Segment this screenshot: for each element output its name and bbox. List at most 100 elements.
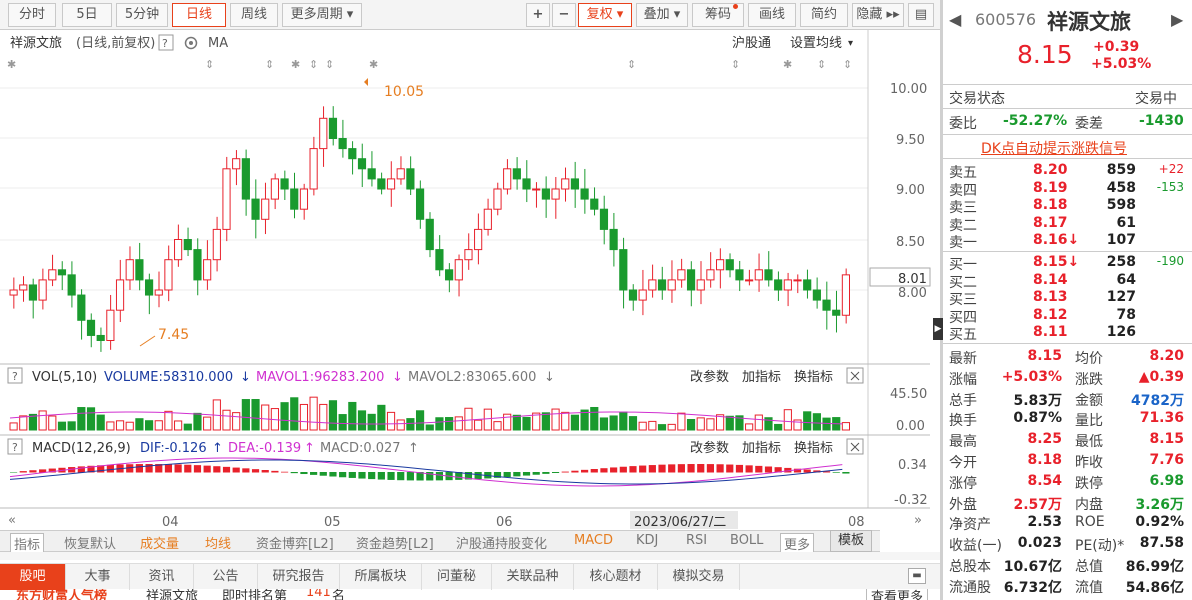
period-5min-button[interactable]: 5分钟 <box>116 3 168 27</box>
stat-value: 8.15 <box>1149 431 1184 448</box>
ask-level-1[interactable]: 卖五 8.20 859 +22 <box>943 162 1192 181</box>
tab-announcements[interactable]: 公告 <box>194 564 258 590</box>
tab-research[interactable]: 研究报告 <box>258 564 340 590</box>
tab-sim-trade[interactable]: 模拟交易 <box>658 564 740 590</box>
candle-body <box>541 188 550 200</box>
scroll-right-icon[interactable]: » <box>914 513 922 528</box>
chips-notification-dot <box>733 4 738 9</box>
indicator-fund-trend-tab[interactable]: 资金趋势[L2] <box>356 533 434 552</box>
next-stock-icon[interactable]: ▶ <box>1171 10 1183 29</box>
volume-bar <box>667 423 676 431</box>
macd-bar <box>522 472 531 476</box>
ask-level-5[interactable]: 卖一 8.16↓ 107 <box>943 232 1192 251</box>
stat-row: 流通股 6.732亿 流值 54.86亿 <box>943 577 1192 596</box>
indicator-more-button[interactable]: 更多 <box>780 533 815 554</box>
stat-value: 7.76 <box>1149 452 1184 468</box>
overlay-dropdown[interactable]: 叠加 ▾ <box>636 3 688 27</box>
expand-menu-button[interactable]: ▤ <box>908 3 934 27</box>
indicator-ma-tab[interactable]: 均线 <box>205 533 231 552</box>
macd-switch-indicator-button[interactable]: 换指标 <box>794 441 833 456</box>
ma-label: MA <box>208 36 228 51</box>
macd-edit-params-button[interactable]: 改参数 <box>690 440 729 456</box>
bid-level-2[interactable]: 买二 8.14 64 <box>943 272 1192 291</box>
zoom-in-button[interactable]: + <box>526 3 550 27</box>
indicator-volume-tab[interactable]: 成交量 <box>140 533 179 552</box>
prev-stock-icon[interactable]: ◀ <box>949 10 961 29</box>
zoom-out-button[interactable]: − <box>552 3 576 27</box>
macd-bar <box>745 465 753 473</box>
macd-bar <box>764 466 773 473</box>
panel-resize-handle[interactable] <box>0 552 940 560</box>
event-markers[interactable]: ✱ ⇕ ⇕ ✱ ⇕ ⇕ ✱ ⇕ ⇕ ✱ ⇕ ⇕ <box>7 58 852 71</box>
collapse-side-icon[interactable]: ▶ <box>933 318 943 340</box>
candle-body <box>144 279 154 296</box>
period-daily-button[interactable]: 日线 <box>172 3 226 27</box>
restore-default-button[interactable]: 恢复默认 <box>64 533 116 552</box>
period-5day-button[interactable]: 5日 <box>62 3 112 27</box>
hide-panel-button[interactable]: 隐藏 ▸▸ <box>852 3 904 27</box>
bid-level-1[interactable]: 买一 8.15↓ 258 -190 <box>943 254 1192 273</box>
price-tick-950: 9.50 <box>896 133 925 148</box>
divider <box>943 158 1192 159</box>
volume-bar <box>783 409 792 431</box>
tab-ask-secretary[interactable]: 问董秘 <box>422 564 492 590</box>
candle-body <box>677 269 686 281</box>
indicator-rsi-tab[interactable]: RSI <box>686 533 707 548</box>
volume-bar <box>657 424 667 431</box>
indicator-macd-tab[interactable]: MACD <box>574 533 613 548</box>
tabs-collapse-icon[interactable]: ▬ <box>908 568 926 584</box>
ask-level-3[interactable]: 卖三 8.18 598 <box>943 197 1192 216</box>
candle-body <box>183 239 192 251</box>
ask-price: 8.19 <box>1033 179 1068 196</box>
indicator-kdj-tab[interactable]: KDJ <box>636 533 658 548</box>
event-marker: ✱ <box>369 58 378 71</box>
vol-switch-indicator-button[interactable]: 换指标 <box>794 370 833 385</box>
scroll-left-icon[interactable]: « <box>8 513 16 528</box>
kline-chart-area[interactable]: 祥源文旅 (日线,前复权) ? MA 沪股通 设置均线 ▾ ✱ ⇕ ⇕ ✱ ⇕ ⇕ ✱ ⇕ ⇕ ✱… <box>0 30 940 550</box>
bid-level-4[interactable]: 买四 8.12 78 <box>943 307 1192 326</box>
popularity-more-link[interactable]: 查看更多 <box>866 589 929 600</box>
indicator-menu-button[interactable]: 指标 <box>10 533 45 554</box>
tab-events[interactable]: 大事 <box>66 564 130 590</box>
simple-mode-button[interactable]: 简约 <box>800 3 848 27</box>
dk-signal-link[interactable]: DK点自动提示涨跌信号 <box>981 138 1127 158</box>
vol-add-indicator-button[interactable]: 加指标 <box>742 370 781 385</box>
tab-news[interactable]: 资讯 <box>130 564 194 590</box>
candle-body <box>251 198 260 220</box>
candle-body <box>77 294 86 321</box>
adjust-price-dropdown[interactable]: 复权 ▾ <box>578 3 632 27</box>
chart-svg[interactable]: 祥源文旅 (日线,前复权) ? MA 沪股通 设置均线 ▾ ✱ ⇕ ⇕ ✱ ⇕ ⇕ ✱ ⇕ ⇕ ✱… <box>0 30 940 550</box>
macd-bar <box>503 472 511 478</box>
bid-level-3[interactable]: 买三 8.13 127 <box>943 289 1192 308</box>
draw-line-button[interactable]: 画线 <box>748 3 796 27</box>
tab-core-topics[interactable]: 核心题材 <box>574 564 658 590</box>
set-ma-link[interactable]: 设置均线 <box>790 36 842 51</box>
indicator-hgt-holdings-tab[interactable]: 沪股通持股变化 <box>456 533 547 552</box>
indicator-fund-game-tab[interactable]: 资金博弈[L2] <box>256 533 334 552</box>
tab-guba[interactable]: 股吧 <box>0 564 66 590</box>
macd-up-arrow-icon: ↑ <box>408 441 419 456</box>
more-periods-dropdown[interactable]: 更多周期 ▾ <box>282 3 362 27</box>
hgt-link[interactable]: 沪股通 <box>732 35 771 51</box>
template-button[interactable]: 模板 <box>830 530 872 552</box>
stat-value: 0.87% <box>1013 410 1062 427</box>
ask-level-4[interactable]: 卖二 8.17 61 <box>943 215 1192 234</box>
tab-sectors[interactable]: 所属板块 <box>340 564 422 590</box>
ask-vol: 458 <box>1106 179 1136 196</box>
period-fenshi-button[interactable]: 分时 <box>8 3 56 27</box>
macd-bar <box>77 466 85 473</box>
tab-related[interactable]: 关联品种 <box>492 564 574 590</box>
current-price-tag: 8.01 <box>898 272 927 287</box>
macd-add-indicator-button[interactable]: 加指标 <box>742 441 781 456</box>
bid-level-5[interactable]: 买五 8.11 126 <box>943 324 1192 343</box>
period-weekly-button[interactable]: 周线 <box>230 3 278 27</box>
weibi-row: 委比 -52.27% 委差 -1430 <box>943 113 1192 132</box>
indicator-bar: 指标 恢复默认 成交量 均线 资金博弈[L2] 资金趋势[L2] 沪股通持股变化… <box>0 530 880 554</box>
macd-bar <box>251 469 260 473</box>
vol-edit-params-button[interactable]: 改参数 <box>690 369 729 385</box>
set-ma-chevron-down-icon[interactable]: ▾ <box>848 38 853 49</box>
indicator-boll-tab[interactable]: BOLL <box>730 533 763 548</box>
candle-body <box>290 188 299 210</box>
ask-level-2[interactable]: 卖四 8.19 458 -153 <box>943 179 1192 199</box>
stat-label: 涨幅 <box>949 371 977 388</box>
